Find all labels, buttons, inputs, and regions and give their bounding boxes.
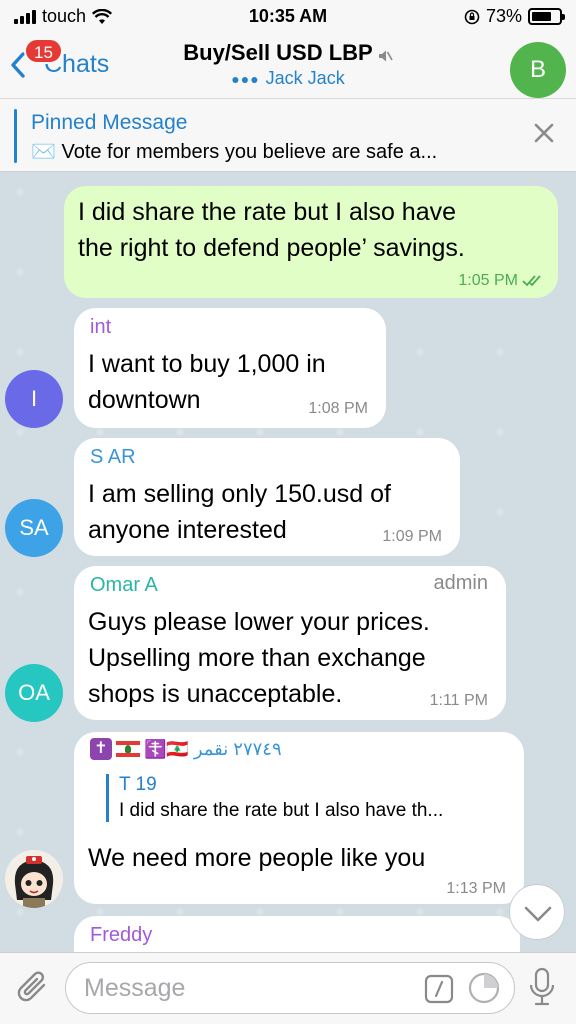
message-list[interactable]: I did share the rate but I also have the… bbox=[0, 172, 576, 952]
cartoon-avatar-icon bbox=[5, 850, 63, 908]
message-line: I did share the rate but I also have bbox=[78, 198, 457, 226]
sender-name[interactable]: Freddy bbox=[90, 924, 152, 947]
message-line: I want to buy 1,000 in bbox=[88, 350, 326, 378]
pinned-label: Pinned Message bbox=[31, 111, 188, 134]
sender-name[interactable]: ✝ ☦️🇱🇧 ٢٧٧٤٩ نقمر bbox=[90, 738, 282, 760]
sender-name[interactable]: Omar A bbox=[90, 574, 158, 597]
chevron-down-icon bbox=[524, 906, 552, 922]
message-line: the right to defend people’ savings. bbox=[78, 234, 465, 262]
message-bubble-outgoing[interactable]: I did share the rate but I also have the… bbox=[64, 186, 558, 298]
sticker-icon[interactable] bbox=[467, 971, 501, 1005]
sender-name[interactable]: int bbox=[90, 316, 111, 339]
message-field[interactable] bbox=[65, 962, 515, 1014]
admin-badge: admin bbox=[433, 572, 488, 594]
avatar[interactable]: OA bbox=[5, 664, 63, 722]
chat-avatar[interactable]: B bbox=[510, 42, 566, 98]
close-icon[interactable] bbox=[534, 123, 554, 143]
chat-header: Chats 15 Buy/Sell USD LBP ●●● Jack Jack B bbox=[0, 34, 576, 98]
status-bar: touch 10:35 AM 73% bbox=[0, 0, 576, 34]
message-bubble-incoming[interactable]: Omar A admin Guys please lower your pric… bbox=[74, 566, 506, 720]
message-bubble-incoming[interactable]: ✝ ☦️🇱🇧 ٢٧٧٤٩ نقمر T 19 I did share the r… bbox=[74, 732, 524, 904]
typing-dots-icon: ●●● bbox=[231, 71, 260, 87]
lebanon-flag-icon bbox=[116, 741, 140, 757]
paperclip-icon[interactable] bbox=[14, 967, 52, 1007]
pinned-message[interactable]: Pinned Message ✉️ Vote for members you b… bbox=[0, 98, 576, 172]
message-time: 1:09 PM bbox=[382, 528, 442, 545]
status-right: 73% bbox=[464, 6, 565, 27]
message-line: Guys please lower your prices. bbox=[88, 608, 430, 636]
reply-text: I did share the rate but I also have th.… bbox=[119, 800, 444, 821]
sender-name-text: ☦️🇱🇧 ٢٧٧٤٩ نقمر bbox=[144, 738, 282, 759]
typing-user: Jack Jack bbox=[265, 68, 345, 88]
orientation-lock-icon bbox=[464, 9, 480, 24]
avatar[interactable] bbox=[5, 850, 63, 908]
battery-icon bbox=[528, 8, 565, 25]
chat-title: Buy/Sell USD LBP bbox=[183, 40, 373, 65]
message-time: 1:08 PM bbox=[308, 400, 368, 417]
message-composer bbox=[0, 952, 576, 1024]
message-line: anyone interested bbox=[88, 516, 287, 544]
mute-icon bbox=[378, 50, 393, 62]
message-line: Upselling more than exchange bbox=[88, 644, 426, 672]
avatar[interactable]: SA bbox=[5, 499, 63, 557]
pinned-accent-bar bbox=[14, 109, 17, 163]
message-time: 1:13 PM bbox=[446, 880, 506, 897]
reply-preview[interactable]: T 19 I did share the rate but I also hav… bbox=[106, 774, 443, 822]
avatar[interactable]: I bbox=[5, 370, 63, 428]
message-bubble-incoming[interactable]: S AR I am selling only 150.usd of anyone… bbox=[74, 438, 460, 556]
battery-percent: 73% bbox=[485, 6, 522, 26]
message-time: 1:05 PM bbox=[458, 272, 518, 289]
chat-subtitle: ●●● Jack Jack bbox=[0, 68, 576, 89]
microphone-icon[interactable] bbox=[527, 967, 557, 1009]
message-bubble-incoming[interactable]: Freddy bbox=[74, 916, 520, 952]
message-bubble-incoming[interactable]: int I want to buy 1,000 in downtown 1:08… bbox=[74, 308, 386, 428]
sender-name[interactable]: S AR bbox=[90, 446, 136, 469]
message-input[interactable] bbox=[84, 973, 384, 1003]
message-line: downtown bbox=[88, 386, 201, 414]
message-line: shops is unacceptable. bbox=[88, 680, 343, 708]
chat-title-block[interactable]: Buy/Sell USD LBP ●●● Jack Jack bbox=[0, 40, 576, 89]
message-line: We need more people like you bbox=[88, 844, 426, 872]
message-line: I am selling only 150.usd of bbox=[88, 480, 391, 508]
pinned-text: ✉️ Vote for members you believe are safe… bbox=[31, 141, 438, 163]
sender-emoji-icon: ✝ bbox=[90, 738, 112, 760]
scroll-to-bottom-button[interactable] bbox=[509, 884, 565, 940]
message-time: 1:11 PM bbox=[429, 692, 488, 709]
read-checkmarks-icon bbox=[522, 275, 541, 287]
reply-sender: T 19 bbox=[119, 774, 157, 795]
bot-command-icon[interactable] bbox=[424, 974, 454, 1004]
